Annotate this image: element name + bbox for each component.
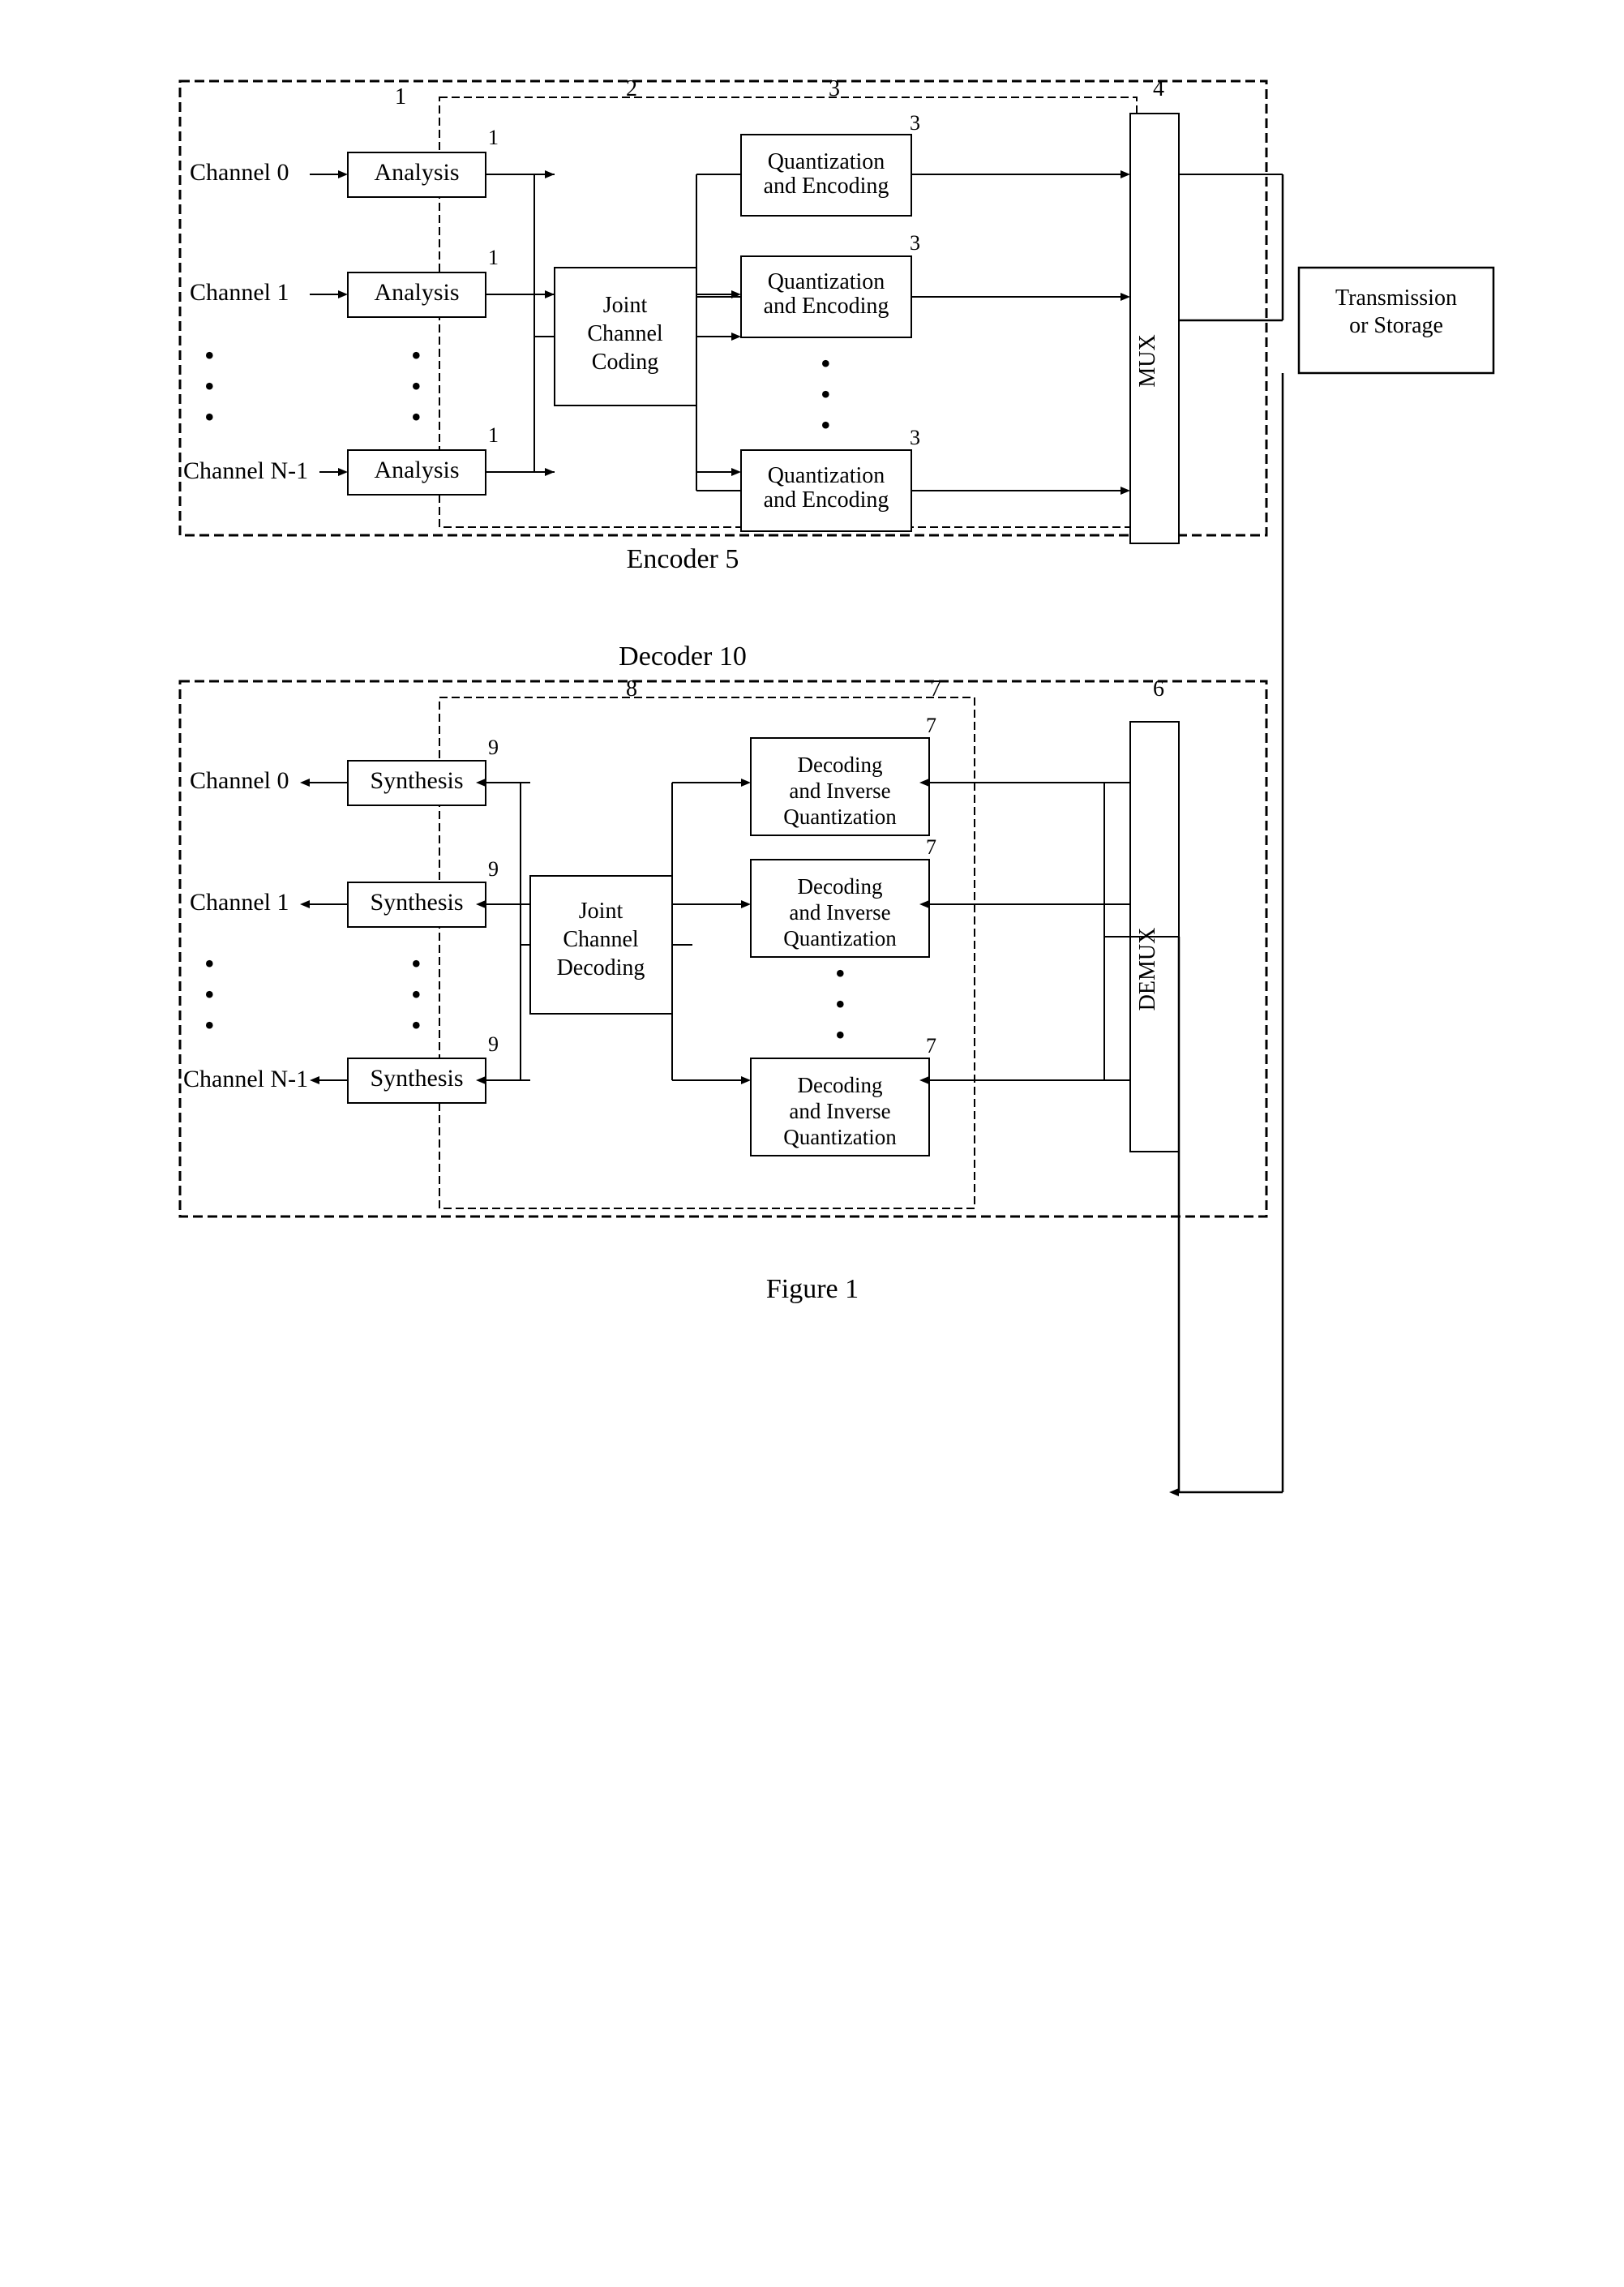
diq-dots2: • — [835, 988, 846, 1020]
diq-n1-line2: and Inverse — [789, 1099, 890, 1123]
arr-qe1-mux — [1121, 293, 1130, 301]
arr-qe0-mux — [1121, 170, 1130, 178]
dec-num-8: 8 — [626, 676, 637, 702]
trans-line2: or Storage — [1349, 313, 1443, 338]
diq-dots3: • — [835, 1019, 846, 1051]
dec-dots-ch3: • — [204, 1009, 215, 1041]
num3-qen1: 3 — [910, 426, 920, 449]
enc-ch0-label: Channel 0 — [190, 159, 289, 186]
dec-num-6: 6 — [1153, 676, 1164, 702]
arr-qen1-mux — [1121, 487, 1130, 495]
joint-coding-line1: Joint — [602, 293, 647, 318]
qe-1-line1: Quantization — [767, 269, 885, 294]
dec-dots-syn2: • — [411, 978, 422, 1010]
dec-chn1-label: Channel N-1 — [183, 1066, 308, 1092]
arr-trans-demux — [1169, 1488, 1179, 1496]
arr-syn1-ch1 — [300, 900, 310, 908]
mux-text: MUX — [1135, 334, 1160, 387]
dec-num-7-top: 7 — [930, 676, 941, 702]
syn-1-text: Synthesis — [370, 889, 463, 916]
num1-enc1: 1 — [488, 246, 499, 269]
arr-joint-qen1 — [731, 468, 741, 476]
num3-qe1: 3 — [910, 231, 920, 255]
dec-dots-ch1: • — [204, 947, 215, 980]
num7-diqn1: 7 — [926, 1034, 936, 1058]
diq-1-line2: and Inverse — [789, 900, 890, 925]
mux-box — [1130, 114, 1179, 543]
arr-jd-diqn1 — [741, 1076, 751, 1084]
joint-dec-line1: Joint — [578, 899, 623, 924]
analysis-0-text: Analysis — [374, 159, 459, 186]
num7-diq1: 7 — [926, 835, 936, 859]
diq-1-line3: Quantization — [783, 926, 897, 950]
dec-dots-ch2: • — [204, 978, 215, 1010]
trans-line1: Transmission — [1335, 285, 1457, 311]
arr-joint-qe1 — [731, 333, 741, 341]
enc-dots-an: • — [411, 339, 422, 371]
decoder-label: Decoder 10 — [619, 641, 747, 672]
syn-0-text: Synthesis — [370, 767, 463, 794]
arr-jd-diq1 — [741, 900, 751, 908]
qe-dots3: • — [821, 409, 831, 441]
joint-coding-line2: Channel — [587, 321, 663, 346]
joint-coding-line3: Coding — [591, 350, 658, 375]
enc-num-4: 4 — [1153, 76, 1164, 101]
syn-n1-text: Synthesis — [370, 1065, 463, 1092]
analysis-1-text: Analysis — [374, 279, 459, 306]
diq-0-line1: Decoding — [797, 753, 882, 777]
diq-0-line2: and Inverse — [789, 779, 890, 803]
diq-dots1: • — [835, 957, 846, 989]
diq-n1-line1: Decoding — [797, 1073, 882, 1097]
qe-0-line2: and Encoding — [763, 174, 889, 199]
enc-dots-an2: • — [411, 370, 422, 402]
qe-n1-line2: and Encoding — [763, 487, 889, 513]
figure-label: Figure 1 — [765, 1274, 858, 1304]
arr-syn0-ch0 — [300, 779, 310, 787]
enc-dots-ch2: • — [204, 370, 215, 402]
enc-chn1-label: Channel N-1 — [183, 457, 308, 484]
num7-diq0: 7 — [926, 714, 936, 737]
arr-synn1-chn1 — [310, 1076, 319, 1084]
enc-num-1b: 1 — [395, 84, 406, 109]
enc-num-3-top: 3 — [829, 76, 840, 101]
dec-dots-syn1: • — [411, 947, 422, 980]
diq-n1-line3: Quantization — [783, 1125, 897, 1149]
qe-1-line2: and Encoding — [763, 294, 889, 319]
qe-0-line1: Quantization — [767, 149, 885, 174]
num1-encn1: 1 — [488, 423, 499, 447]
qe-n1-line1: Quantization — [767, 463, 885, 488]
diq-0-line3: Quantization — [783, 805, 897, 829]
enc-dots-an3: • — [411, 401, 422, 433]
arr-ch1-analysis — [338, 290, 348, 298]
qe-dots2: • — [821, 378, 831, 410]
enc-dots-ch: • — [204, 339, 215, 371]
enc-dots-ch3: • — [204, 401, 215, 433]
num9-syn0: 9 — [488, 736, 499, 759]
diagram-container: Encoder 5 1 1 2 3 4 Channel 0 Analysis 1… — [83, 49, 1542, 2238]
encoder-label: Encoder 5 — [626, 544, 739, 574]
dec-dots-syn3: • — [411, 1009, 422, 1041]
main-diagram: Encoder 5 1 1 2 3 4 Channel 0 Analysis 1… — [83, 49, 1542, 2238]
joint-dec-line3: Decoding — [556, 955, 645, 980]
dec-ch0-label: Channel 0 — [190, 767, 289, 794]
arr-ch0-analysis — [338, 170, 348, 178]
enc-ch1-label: Channel 1 — [190, 279, 289, 306]
num9-synn1: 9 — [488, 1032, 499, 1056]
arr-chn1-analysis — [338, 468, 348, 476]
num1-enc0: 1 — [488, 126, 499, 149]
diq-1-line1: Decoding — [797, 874, 882, 899]
joint-dec-line2: Channel — [563, 927, 639, 952]
num9-syn1: 9 — [488, 857, 499, 881]
arr-jd-diq0 — [741, 779, 751, 787]
analysis-n1-text: Analysis — [374, 457, 459, 483]
num3-qe0: 3 — [910, 111, 920, 135]
qe-dots1: • — [821, 347, 831, 380]
dec-ch1-label: Channel 1 — [190, 889, 289, 916]
enc-num-2: 2 — [626, 76, 637, 101]
demux-text: DEMUX — [1135, 928, 1160, 1011]
